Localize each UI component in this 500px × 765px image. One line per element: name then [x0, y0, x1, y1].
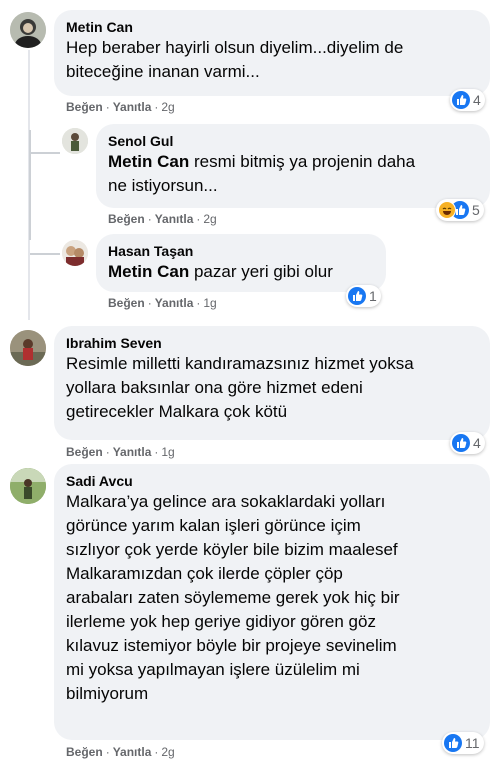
- comment-text-line: arabaları zaten söylememe gerek yok hiç …: [66, 588, 400, 607]
- reply-text: pazar yeri gibi olur: [189, 262, 333, 281]
- timestamp[interactable]: 2g: [203, 212, 216, 226]
- separator: ·: [154, 445, 159, 459]
- like-link[interactable]: Beğen: [108, 296, 145, 310]
- reply-link[interactable]: Yanıtla: [113, 100, 152, 114]
- reaction-summary[interactable]: 1: [346, 285, 381, 307]
- separator: ·: [196, 212, 201, 226]
- like-link[interactable]: Beğen: [108, 212, 145, 226]
- reply-bubble: Hasan Taşan Metin Can pazar yeri gibi ol…: [96, 234, 386, 292]
- mention-link[interactable]: Metin Can: [108, 262, 189, 281]
- comment-text-line: görünce yarım kalan işleri görünce içim: [66, 516, 361, 535]
- separator: ·: [196, 296, 201, 310]
- comment-text-line: getirecekler Malkara çok kötü: [66, 402, 288, 421]
- avatar-image: [62, 240, 88, 266]
- reply-link[interactable]: Yanıtla: [113, 745, 152, 759]
- comment-text-line: kılavuz istemiyor böyle bir projeye sevi…: [66, 636, 397, 655]
- comment-text-line: biteceğine inanan varmi...: [66, 62, 260, 81]
- reaction-summary[interactable]: 4: [450, 432, 485, 454]
- comment-text-line: ilerleme yok hep geriye gidiyor gören gö…: [66, 612, 376, 631]
- reaction-summary[interactable]: 5: [436, 199, 484, 221]
- reaction-count: 5: [472, 202, 480, 218]
- comment-author[interactable]: Metin Can: [66, 18, 478, 36]
- reply-author[interactable]: Hasan Taşan: [108, 242, 374, 260]
- timestamp[interactable]: 1g: [203, 296, 216, 310]
- reaction-count: 11: [465, 735, 480, 751]
- thread-connector: [29, 130, 31, 240]
- separator: ·: [147, 296, 152, 310]
- timestamp[interactable]: 2g: [161, 100, 174, 114]
- comment-actions: Beğen · Yanıtla · 2g: [66, 99, 175, 115]
- comment-text-line: yollara baksınlar ona göre hizmet edeni: [66, 378, 363, 397]
- comment-text-line: Resimle milletti kandıramazsınız hizmet …: [66, 354, 414, 373]
- comment-bubble: Sadi Avcu Malkara’ya gelince ara sokakla…: [54, 464, 490, 740]
- reaction-count: 1: [369, 288, 377, 304]
- comment-actions: Beğen · Yanıtla · 1g: [66, 444, 175, 460]
- avatar[interactable]: [62, 240, 88, 266]
- mention-link[interactable]: Metin Can: [108, 152, 189, 171]
- reaction-summary[interactable]: 11: [442, 732, 484, 754]
- avatar[interactable]: [10, 330, 46, 366]
- comment-actions: Beğen · Yanıtla · 2g: [66, 744, 175, 760]
- reply-text-line: ne istiyorsun...: [108, 176, 218, 195]
- separator: ·: [105, 100, 110, 114]
- avatar-image: [10, 468, 46, 504]
- reply-actions: Beğen · Yanıtla · 2g: [108, 211, 217, 227]
- avatar-image: [62, 128, 88, 154]
- comment-text-line: sızlıyor çok yerde köyler bile bizim maa…: [66, 540, 398, 559]
- reply-author[interactable]: Senol Gul: [108, 132, 478, 150]
- comment-text-line: Hep beraber hayirli olsun diyelim...diye…: [66, 38, 404, 57]
- comment-bubble: Ibrahim Seven Resimle milletti kandırama…: [54, 326, 490, 440]
- avatar-image: [10, 330, 46, 366]
- comment-text-line: Malkaramızdan çok ilerde çöpler çöp: [66, 564, 343, 583]
- comment-text-line: bilmiyorum: [66, 684, 149, 703]
- like-link[interactable]: Beğen: [66, 100, 103, 114]
- separator: ·: [154, 100, 159, 114]
- reaction-count: 4: [473, 92, 481, 108]
- comment-author[interactable]: Ibrahim Seven: [66, 334, 478, 352]
- reply-link[interactable]: Yanıtla: [155, 296, 194, 310]
- reply-bubble: Senol Gul Metin Can resmi bitmiş ya proj…: [96, 124, 490, 208]
- timestamp[interactable]: 2g: [161, 745, 174, 759]
- separator: ·: [105, 745, 110, 759]
- reply-text-line: Metin Can pazar yeri gibi olur: [108, 260, 374, 284]
- separator: ·: [105, 445, 110, 459]
- reply-link[interactable]: Yanıtla: [155, 212, 194, 226]
- avatar-image: [10, 12, 46, 48]
- like-reaction-icon: [452, 91, 470, 109]
- avatar[interactable]: [62, 128, 88, 154]
- separator: ·: [154, 745, 159, 759]
- like-reaction-icon: [452, 434, 470, 452]
- avatar[interactable]: [10, 468, 46, 504]
- timestamp[interactable]: 1g: [161, 445, 174, 459]
- comment-bubble: Metin Can Hep beraber hayirli olsun diye…: [54, 10, 490, 96]
- like-link[interactable]: Beğen: [66, 445, 103, 459]
- haha-reaction-icon: [438, 201, 456, 219]
- reply-text: resmi bitmiş ya projenin daha: [189, 152, 416, 171]
- reaction-count: 4: [473, 435, 481, 451]
- separator: ·: [147, 212, 152, 226]
- like-reaction-icon: [348, 287, 366, 305]
- thread-connector: [30, 253, 60, 255]
- avatar[interactable]: [10, 12, 46, 48]
- comment-text-line: mi yoksa yapılmayan işlere üzülelim mi: [66, 660, 360, 679]
- thread-connector: [30, 152, 60, 154]
- like-reaction-icon: [444, 734, 462, 752]
- reaction-summary[interactable]: 4: [450, 89, 485, 111]
- reply-text-line: Metin Can resmi bitmiş ya projenin daha: [108, 150, 478, 174]
- comment-text-line: Malkara’ya gelince ara sokaklardaki yoll…: [66, 492, 386, 511]
- reply-link[interactable]: Yanıtla: [113, 445, 152, 459]
- comment-author[interactable]: Sadi Avcu: [66, 472, 478, 490]
- like-link[interactable]: Beğen: [66, 745, 103, 759]
- reply-actions: Beğen · Yanıtla · 1g: [108, 295, 217, 311]
